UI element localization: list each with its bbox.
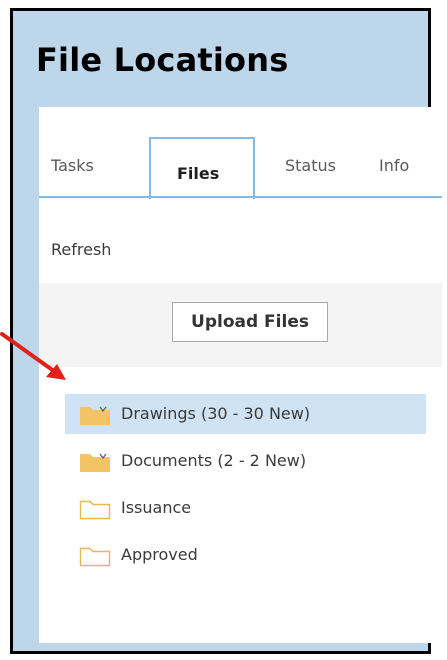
tree-item-label: Issuance — [121, 498, 192, 517]
tab-files[interactable]: Files — [149, 137, 255, 199]
refresh-link[interactable]: Refresh — [51, 240, 111, 259]
tree-item-label: Approved — [121, 545, 198, 564]
tab-bar: Tasks Files Status Info — [39, 107, 442, 199]
upload-bar: Upload Files — [39, 283, 442, 367]
tab-status[interactable]: Status — [285, 156, 336, 175]
folder-empty-icon — [79, 500, 111, 520]
page-title: File Locations — [36, 41, 289, 79]
upload-files-button[interactable]: Upload Files — [172, 302, 328, 342]
tree-item-documents[interactable]: Documents (2 - 2 New) — [65, 441, 415, 481]
folder-empty-icon — [79, 547, 111, 567]
tab-tasks[interactable]: Tasks — [51, 156, 94, 175]
tree-item-label: Drawings (30 - 30 New) — [121, 404, 311, 423]
tree-item-issuance[interactable]: Issuance — [65, 488, 415, 528]
tree-item-drawings[interactable]: Drawings (30 - 30 New) — [65, 394, 426, 434]
annotation-arrow-icon — [0, 332, 66, 380]
tree-item-approved[interactable]: Approved — [65, 535, 415, 575]
files-panel: Tasks Files Status Info Refresh Upload F… — [39, 107, 442, 643]
folder-filled-icon — [80, 453, 110, 472]
folder-filled-icon — [80, 406, 110, 425]
tab-info[interactable]: Info — [379, 156, 409, 175]
tree-item-label: Documents (2 - 2 New) — [121, 451, 307, 470]
tab-files-label: Files — [177, 164, 220, 183]
tab-underline — [39, 196, 442, 198]
